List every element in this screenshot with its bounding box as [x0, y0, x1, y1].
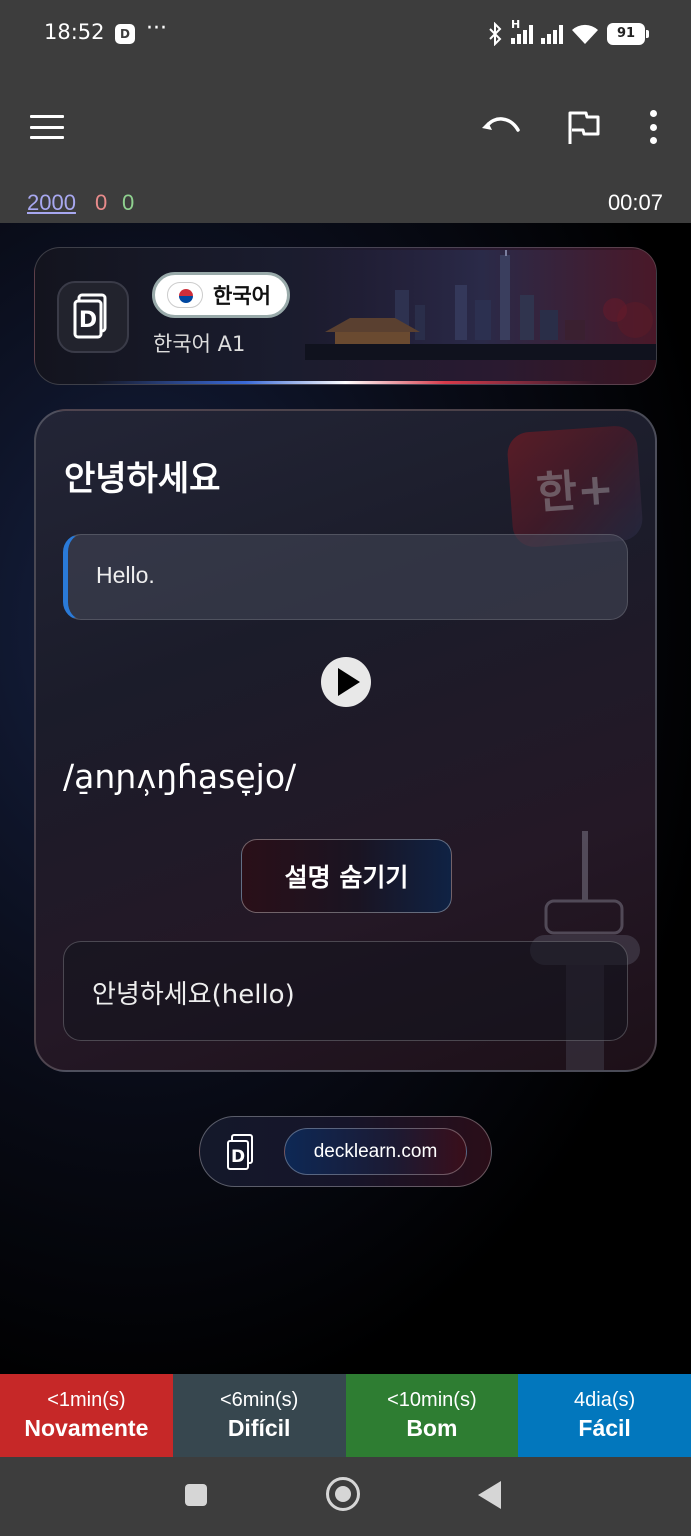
translation-text: Hello.: [96, 562, 155, 588]
card-counts-bar: 2000 0 0 00:07: [0, 182, 691, 223]
study-timer: 00:07: [607, 190, 663, 215]
decklearn-logo-icon: D: [57, 281, 129, 353]
answer-again-interval: <1min(s): [47, 1389, 126, 1411]
app-toolbar: [0, 68, 691, 182]
more-vert-icon[interactable]: [642, 110, 664, 144]
decklearn-logo-icon: D: [227, 1134, 253, 1170]
answer-buttons-bar: <1min(s) Novamente <6min(s) Difícil <10m…: [0, 1374, 691, 1457]
decklearn-website-link[interactable]: decklearn.com: [284, 1128, 467, 1175]
undo-icon[interactable]: [480, 108, 522, 146]
korea-flag-icon: [167, 282, 203, 308]
more-notifications-icon: ···: [146, 16, 167, 41]
flashcard: 한+ 안녕하세요 Hello. /a̠nɲʌ̹ŋɦa̠se̞jo/ 설명 숨기기…: [34, 409, 657, 1072]
play-audio-button[interactable]: [321, 657, 371, 707]
answer-hard-interval: <6min(s): [219, 1389, 299, 1411]
recent-apps-icon[interactable]: [185, 1484, 207, 1506]
answer-good-interval: <10min(s): [387, 1389, 477, 1411]
signal-icon-2: [541, 24, 563, 44]
deck-name: 한국어 A1: [153, 332, 246, 356]
review-count: 0: [122, 190, 135, 215]
language-label: 한국어: [213, 284, 271, 308]
card-content-area[interactable]: D 한국어 한국어 A1 한+ 안녕하세요 Hello. /a̠nɲʌ̹ŋɦa̠…: [0, 223, 691, 1374]
new-count[interactable]: 2000: [27, 190, 76, 216]
answer-good-label: Bom: [406, 1415, 458, 1441]
translation-box: Hello.: [63, 534, 628, 620]
bluetooth-icon: [489, 22, 502, 46]
header-underglow: [95, 381, 596, 384]
answer-easy-button[interactable]: 4dia(s) Fácil: [518, 1374, 691, 1457]
menu-icon[interactable]: [30, 115, 64, 139]
explanation-text: 안녕하세요(hello): [92, 980, 295, 1010]
explanation-box: 안녕하세요(hello): [63, 941, 628, 1041]
svg-text:D: D: [79, 308, 97, 333]
ipa-pronunciation: /a̠nɲʌ̹ŋɦa̠se̞jo/: [63, 757, 297, 796]
status-time: 18:52: [44, 20, 105, 44]
battery-icon: 91: [607, 23, 649, 45]
learning-count: 0: [95, 190, 108, 215]
answer-hard-button[interactable]: <6min(s) Difícil: [172, 1374, 346, 1457]
status-bar: 18:52 D ··· H 91: [0, 0, 691, 68]
flag-icon[interactable]: [566, 110, 602, 146]
seoul-skyline-image: [305, 250, 656, 360]
network-type-label: H: [511, 18, 521, 31]
back-icon[interactable]: [478, 1481, 501, 1509]
wifi-icon: [572, 24, 598, 44]
answer-hard-label: Difícil: [227, 1415, 291, 1441]
deck-header: D 한국어 한국어 A1: [34, 247, 657, 385]
hangul-watermark-icon: 한+: [506, 424, 644, 549]
system-navigation-bar: [0, 1457, 691, 1536]
answer-good-button[interactable]: <10min(s) Bom: [345, 1374, 519, 1457]
language-badge: 한국어: [152, 272, 290, 318]
answer-again-label: Novamente: [24, 1415, 149, 1441]
home-icon[interactable]: [326, 1477, 360, 1511]
mobile-signal-1: H: [511, 18, 533, 44]
deck-cards-icon: D: [73, 293, 107, 339]
card-front-word: 안녕하세요: [64, 459, 221, 499]
hide-explanation-button[interactable]: 설명 숨기기: [241, 839, 452, 913]
svg-text:D: D: [231, 1147, 245, 1167]
answer-easy-interval: 4dia(s): [574, 1389, 636, 1411]
app-notification-icon: D: [115, 24, 135, 44]
answer-again-button[interactable]: <1min(s) Novamente: [0, 1374, 173, 1457]
status-icons: H 91: [487, 18, 649, 46]
answer-easy-label: Fácil: [578, 1415, 631, 1441]
decklearn-footer-badge: D decklearn.com: [199, 1116, 492, 1187]
